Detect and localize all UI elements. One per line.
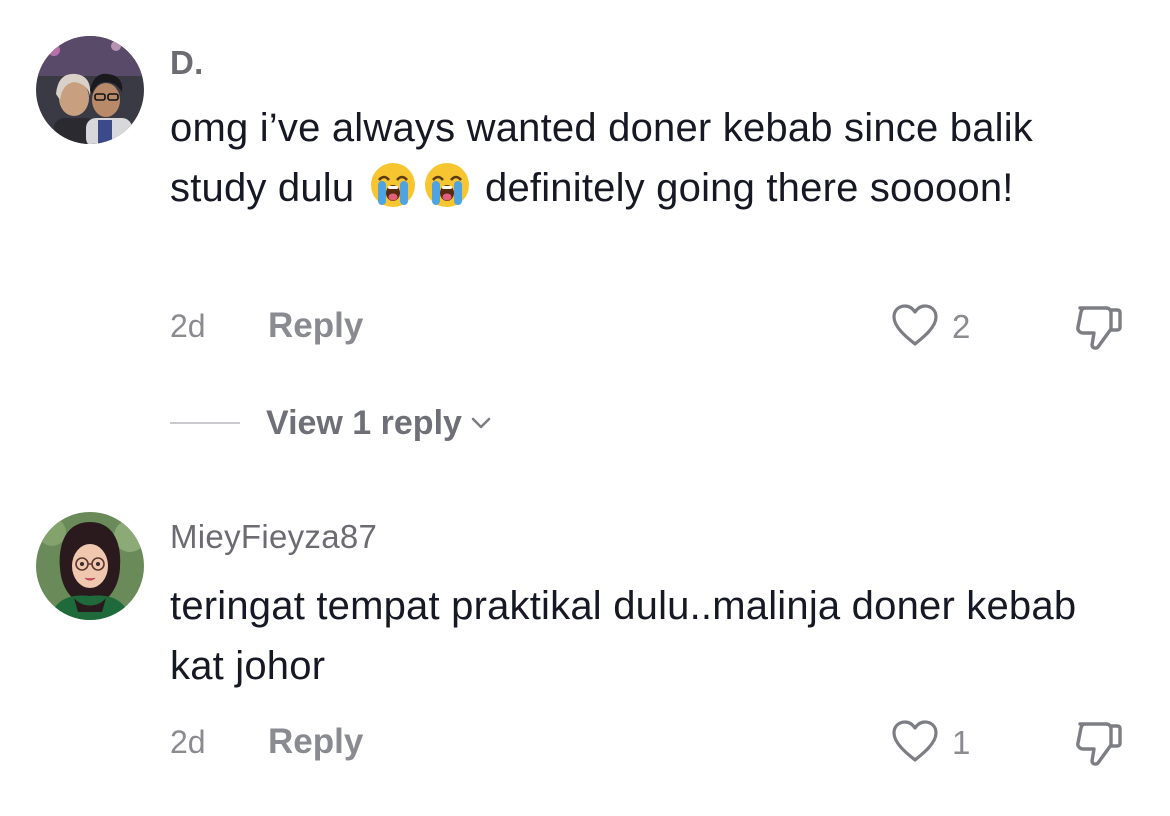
reply-button[interactable]: Reply: [268, 306, 363, 346]
heart-outline-icon: [890, 303, 940, 352]
comment-timestamp: 2d: [170, 308, 206, 344]
avatar[interactable]: [36, 512, 144, 620]
thumbs-down-icon: [1072, 306, 1126, 356]
like-count: 1: [952, 724, 971, 761]
comment-item: D. omg i’ve always wanted doner kebab si…: [0, 0, 1170, 480]
view-replies-label: View 1 reply: [266, 403, 462, 442]
comment-username[interactable]: MieyFieyza87: [170, 518, 377, 556]
heart-outline-icon: [890, 719, 940, 768]
loudly-crying-face-icon: [422, 160, 472, 210]
avatar[interactable]: [36, 36, 144, 144]
comment-text-part: definitely going there soooon!: [485, 166, 1014, 210]
comment-item: MieyFieyza87 teringat tempat praktikal d…: [0, 480, 1170, 816]
comment-username[interactable]: D.: [170, 44, 204, 82]
chevron-down-icon: [470, 416, 492, 435]
reply-button[interactable]: Reply: [268, 722, 363, 762]
comment-text: teringat tempat praktikal dulu..malinja …: [170, 584, 1077, 688]
dislike-button[interactable]: [1072, 718, 1126, 773]
like-count: 2: [952, 308, 971, 345]
comment-timestamp: 2d: [170, 724, 206, 760]
divider-line: [170, 422, 240, 424]
view-replies-button[interactable]: View 1 reply: [170, 398, 492, 448]
dislike-button[interactable]: [1072, 302, 1126, 357]
comment-actions: 2d Reply 1: [170, 716, 1130, 766]
comment-text: omg i’ve always wanted doner kebab since…: [170, 98, 1130, 218]
like-button[interactable]: 2: [890, 303, 971, 352]
like-button[interactable]: 1: [890, 719, 971, 768]
loudly-crying-face-icon: [368, 160, 418, 210]
comment-actions: 2d Reply 2: [170, 300, 1130, 350]
thumbs-down-icon: [1072, 722, 1126, 772]
